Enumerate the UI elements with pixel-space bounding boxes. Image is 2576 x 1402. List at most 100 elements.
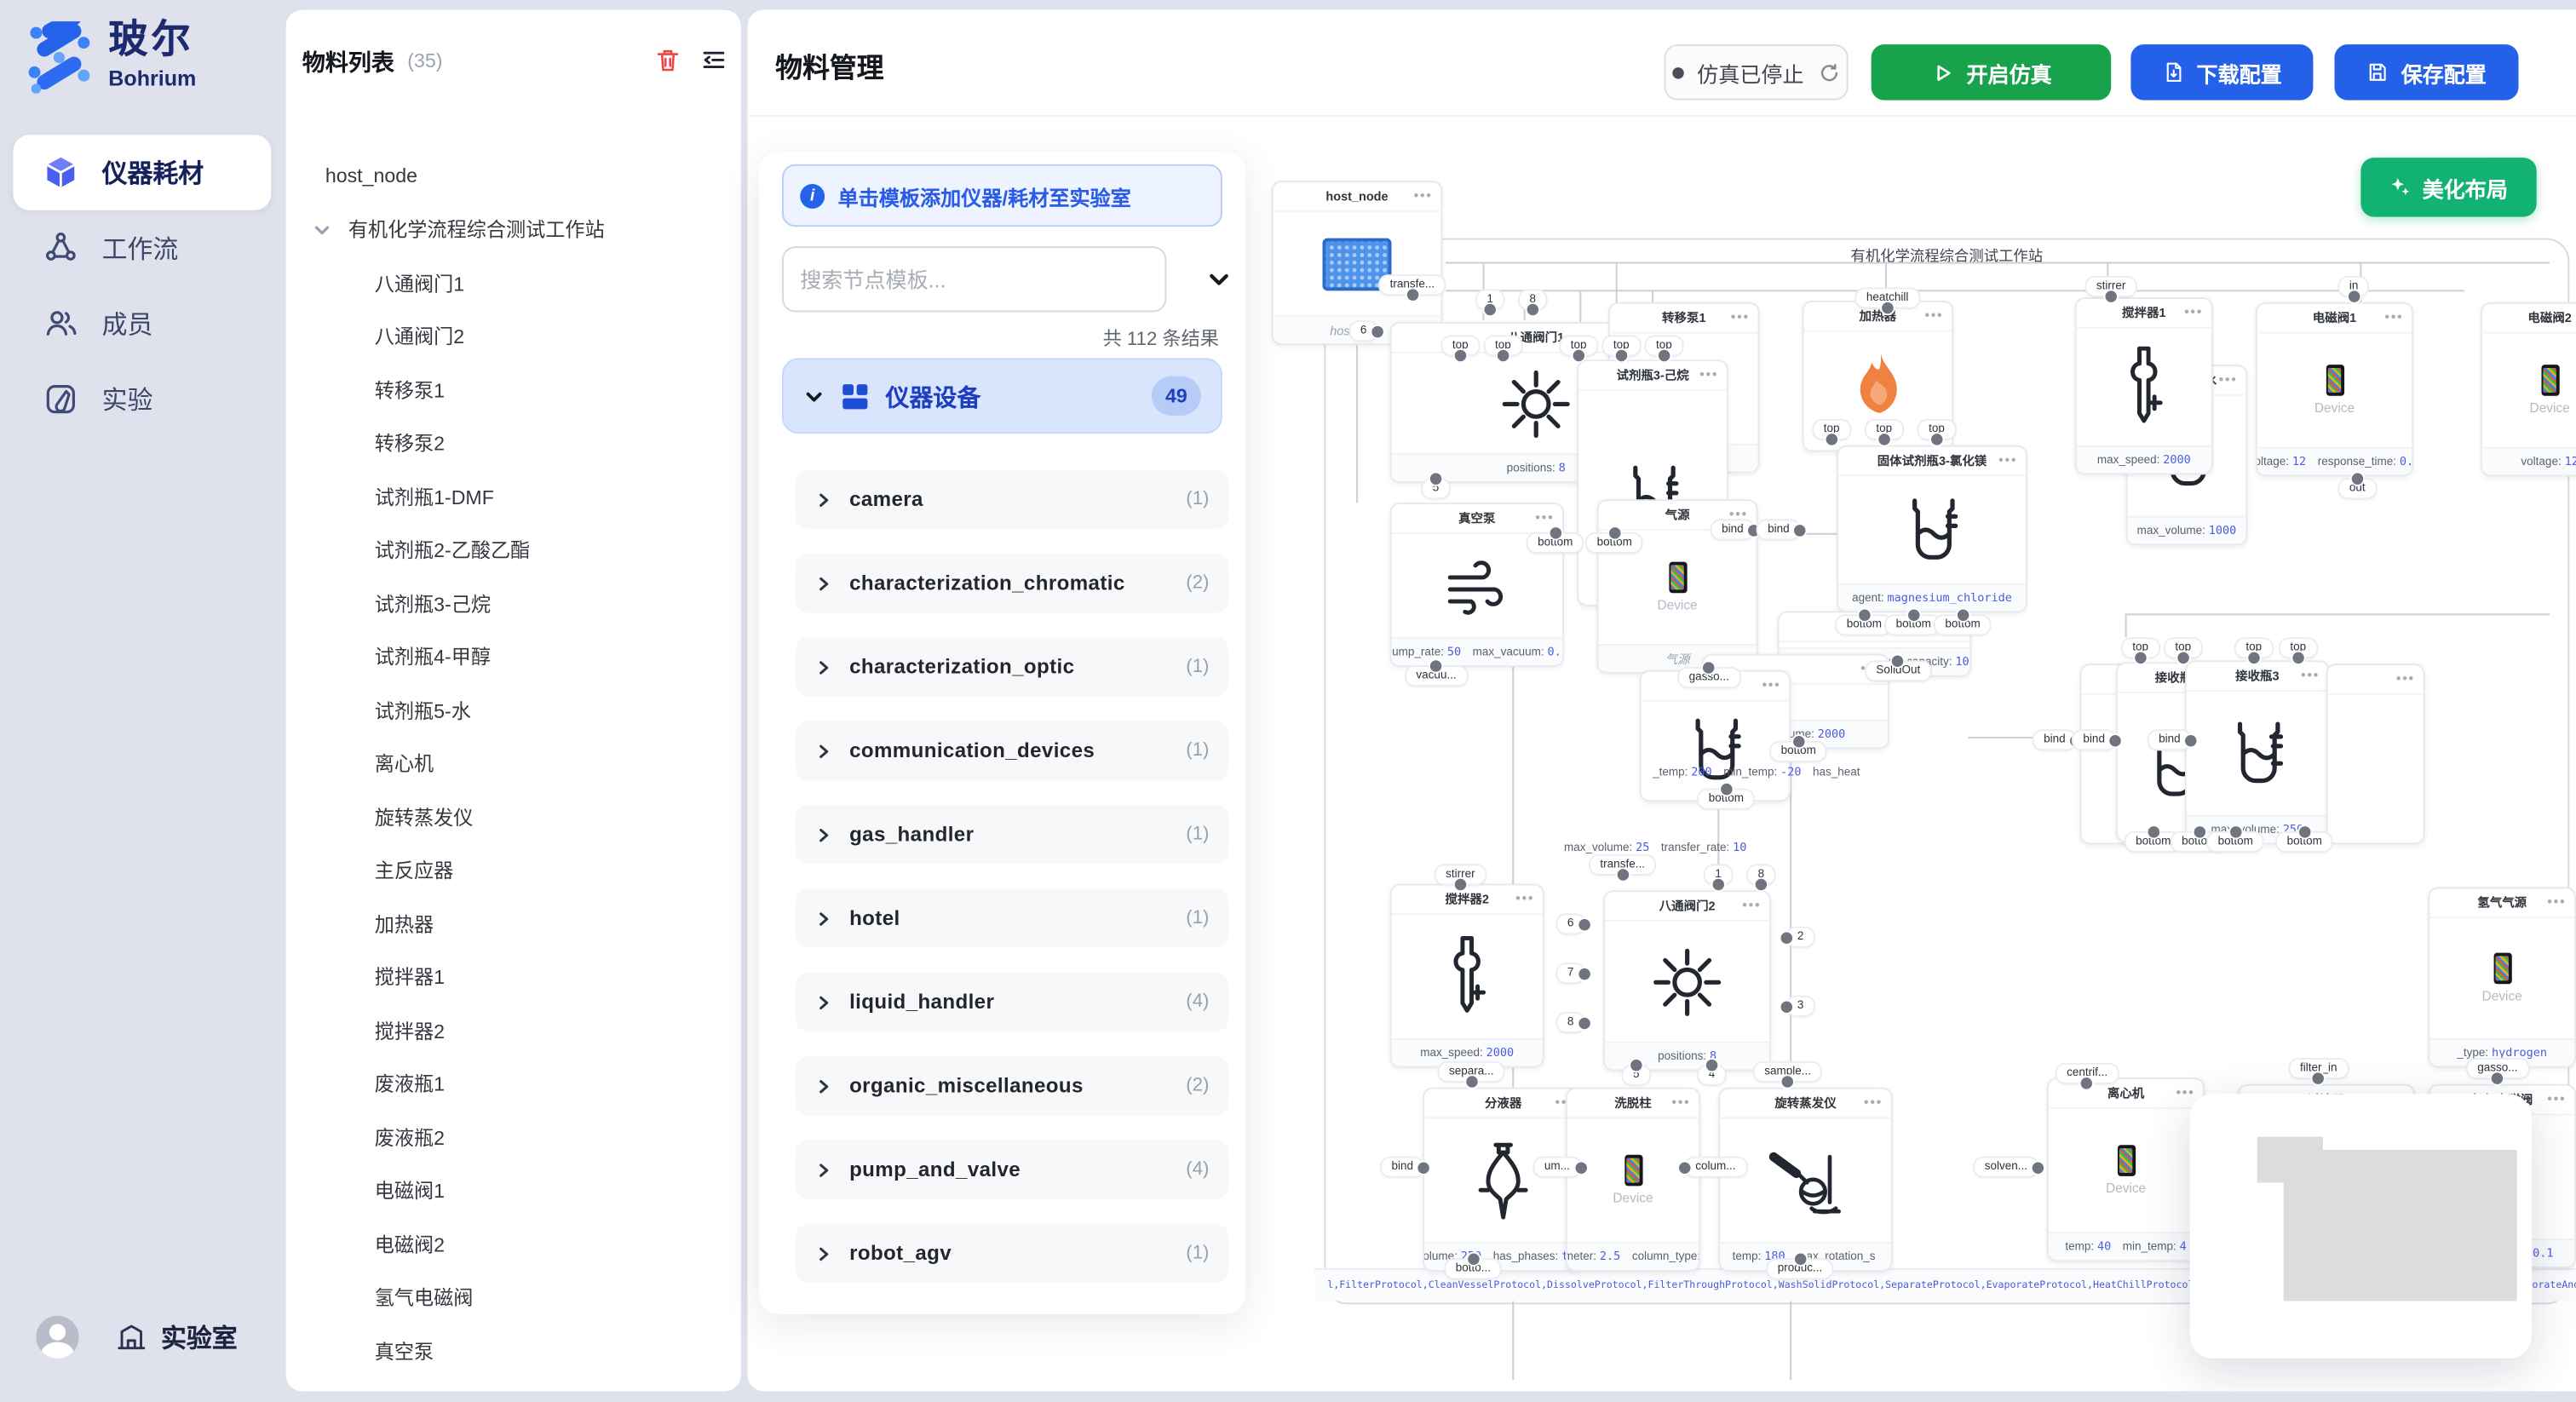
port-handle-icon[interactable] xyxy=(1429,471,1443,486)
port-out[interactable]: out xyxy=(2339,480,2375,497)
port-handle-icon[interactable] xyxy=(1824,432,1838,446)
caret-down-icon[interactable] xyxy=(312,220,331,239)
tree-item-12[interactable]: 加热器 xyxy=(286,897,741,951)
node-旋转蒸发仪[interactable]: 旋转蒸发仪•••temp:180max_rotation_s xyxy=(1718,1088,1892,1272)
port-handle-icon[interactable] xyxy=(2146,825,2160,839)
port-handle-icon[interactable] xyxy=(2246,651,2261,665)
sidebar-item-workflow[interactable]: 工作流 xyxy=(13,210,271,286)
port-bind[interactable]: bind xyxy=(1758,520,1800,538)
port-handle-icon[interactable] xyxy=(1496,348,1510,363)
tree-item-0[interactable]: 八通阀门1 xyxy=(286,256,741,310)
port-handle-icon[interactable] xyxy=(1677,1160,1692,1175)
port-handle-icon[interactable] xyxy=(1577,1015,1591,1030)
port-handle-icon[interactable] xyxy=(2291,651,2305,665)
node-menu-icon[interactable]: ••• xyxy=(2385,309,2404,324)
port-handle-icon[interactable] xyxy=(1791,734,1806,749)
port-handle-icon[interactable] xyxy=(1711,877,1726,892)
port-handle-icon[interactable] xyxy=(1780,930,1794,945)
port-handle-icon[interactable] xyxy=(1429,658,1443,673)
port-bottom[interactable]: bottom xyxy=(1935,616,1990,634)
port-handle-icon[interactable] xyxy=(2079,1076,2094,1090)
port-handle-icon[interactable] xyxy=(1891,654,1906,669)
port-handle-icon[interactable] xyxy=(1577,966,1591,980)
port-sample[interactable]: sample... xyxy=(1755,1063,1821,1081)
port-bottom[interactable]: bottom xyxy=(2277,833,2332,851)
port-top[interactable]: top xyxy=(2236,639,2272,657)
node-menu-icon[interactable]: ••• xyxy=(1729,506,1748,520)
category-pump_and_valve[interactable]: pump_and_valve(4) xyxy=(795,1140,1228,1198)
port-handle-icon[interactable] xyxy=(1453,348,1468,363)
port-handle-icon[interactable] xyxy=(2228,825,2243,839)
port-bind[interactable]: bind xyxy=(2034,731,2076,749)
node-card-24[interactable]: ••• xyxy=(2326,664,2425,844)
port-handle-icon[interactable] xyxy=(1573,1160,1588,1175)
port-handle-icon[interactable] xyxy=(2350,471,2365,486)
tree-item-9[interactable]: 离心机 xyxy=(286,737,741,790)
port-top[interactable]: top xyxy=(2123,639,2159,657)
tree-item-5[interactable]: 试剂瓶2-乙酸乙酯 xyxy=(286,523,741,577)
port-handle-icon[interactable] xyxy=(2031,1160,2045,1175)
tree-item-4[interactable]: 试剂瓶1-DMF xyxy=(286,470,741,524)
port-handle-icon[interactable] xyxy=(1780,1074,1795,1089)
category-liquid_handler[interactable]: liquid_handler(4) xyxy=(795,973,1228,1031)
collapse-panel-icon[interactable] xyxy=(700,46,728,74)
node-menu-icon[interactable]: ••• xyxy=(1515,891,1534,905)
sidebar-item-instruments[interactable]: 仪器耗材 xyxy=(13,135,271,210)
port-bottom[interactable]: bottom xyxy=(1837,616,1891,634)
tree-item-13[interactable]: 搅拌器1 xyxy=(286,951,741,1004)
refresh-icon[interactable] xyxy=(1819,61,1840,83)
port-gasso[interactable]: gasso... xyxy=(1679,669,1739,687)
tree-item-8[interactable]: 试剂瓶5-水 xyxy=(286,683,741,737)
category-gas_handler[interactable]: gas_handler(1) xyxy=(795,805,1228,864)
node-card-14[interactable]: ••• xyxy=(1640,670,1791,802)
port-bind[interactable]: bind xyxy=(2149,731,2191,749)
node-menu-icon[interactable]: ••• xyxy=(1535,509,1554,524)
port-top[interactable]: top xyxy=(1603,336,1639,354)
port-handle-icon[interactable] xyxy=(2103,289,2118,303)
port-top[interactable]: top xyxy=(1442,336,1478,354)
port-handle-icon[interactable] xyxy=(2184,733,2199,747)
tree-item-18[interactable]: 电磁阀2 xyxy=(286,1217,741,1271)
port-5[interactable]: 5 xyxy=(1423,480,1449,497)
node-搅拌器2[interactable]: 搅拌器2•••max_speed:2000 xyxy=(1390,884,1544,1068)
port-handle-icon[interactable] xyxy=(2297,825,2312,839)
port-bottom[interactable]: bottom xyxy=(2208,833,2263,851)
node-menu-icon[interactable]: ••• xyxy=(2301,667,2320,681)
port-1[interactable]: 1 xyxy=(1705,865,1732,883)
node-menu-icon[interactable]: ••• xyxy=(2219,371,2238,386)
tree-item-root[interactable]: host_node xyxy=(286,149,741,203)
tree-item-17[interactable]: 电磁阀1 xyxy=(286,1164,741,1217)
sidebar-item-members[interactable]: 成员 xyxy=(13,286,271,362)
tree-item-11[interactable]: 主反应器 xyxy=(286,843,741,897)
port-handle-icon[interactable] xyxy=(1880,301,1895,315)
tree-item-1[interactable]: 八通阀门2 xyxy=(286,310,741,364)
port-bind[interactable]: bind xyxy=(1712,520,1754,538)
port-bottom[interactable]: bottom xyxy=(1528,534,1583,552)
port-top[interactable]: top xyxy=(1866,421,1902,439)
port-solven[interactable]: solven... xyxy=(1975,1158,2037,1176)
port-handle-icon[interactable] xyxy=(1615,867,1630,882)
port-8[interactable]: 8 xyxy=(1748,865,1774,883)
simulation-status-pill[interactable]: 仿真已停止 xyxy=(1665,44,1849,101)
port-handle-icon[interactable] xyxy=(1754,877,1768,892)
port-transfe[interactable]: transfe... xyxy=(1590,856,1655,874)
port-vacuu[interactable]: vacuu... xyxy=(1406,667,1466,685)
port-top[interactable]: top xyxy=(1814,421,1849,439)
beautify-layout-button[interactable]: 美化布局 xyxy=(2360,158,2536,216)
port-handle-icon[interactable] xyxy=(1629,1058,1643,1072)
port-handle-icon[interactable] xyxy=(1548,526,1562,540)
tree-item-10[interactable]: 旋转蒸发仪 xyxy=(286,790,741,844)
port-handle-icon[interactable] xyxy=(1607,526,1622,540)
port-handle-icon[interactable] xyxy=(1719,782,1734,796)
port-3[interactable]: 3 xyxy=(1787,997,1814,1015)
port-botto[interactable]: botto... xyxy=(1446,1260,1500,1278)
port-handle-icon[interactable] xyxy=(1417,1160,1431,1175)
avatar[interactable] xyxy=(36,1316,78,1359)
node-menu-icon[interactable]: ••• xyxy=(1742,897,1761,911)
port-SolidOut[interactable]: SolidOut xyxy=(1866,662,1930,680)
port-separa[interactable]: separa... xyxy=(1439,1063,1504,1081)
port-filter_in[interactable]: filter_in xyxy=(2290,1060,2347,1077)
port-handle-icon[interactable] xyxy=(1405,287,1419,302)
node-menu-icon[interactable]: ••• xyxy=(1998,452,2017,467)
port-8[interactable]: 8 xyxy=(1557,1014,1584,1031)
